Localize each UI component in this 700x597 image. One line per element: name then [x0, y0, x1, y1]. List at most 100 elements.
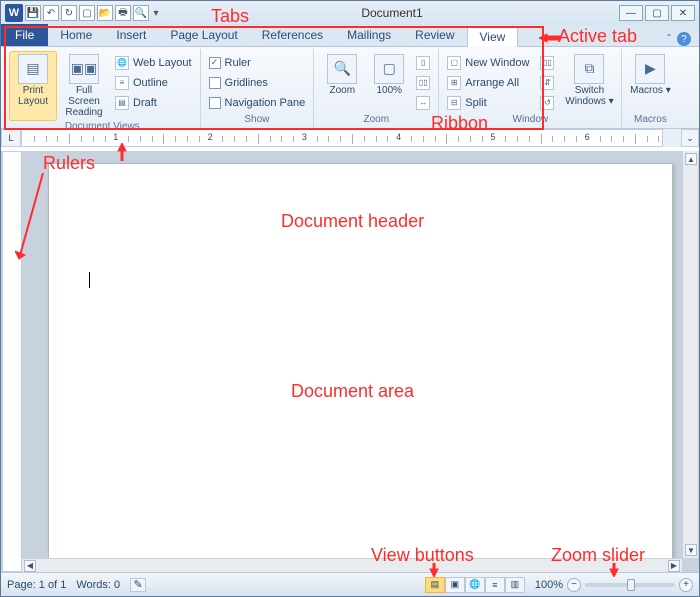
reset-window-button[interactable]: ↺: [536, 93, 558, 112]
tab-page-layout[interactable]: Page Layout: [158, 24, 249, 46]
two-pages-icon: ▯▯: [416, 76, 430, 90]
ruler-corner[interactable]: L: [1, 129, 21, 147]
zoom-100-icon: ▢: [374, 54, 404, 84]
document-scroll[interactable]: ComputerHope.com: [22, 151, 699, 572]
sync-scroll-icon: ⇵: [540, 76, 554, 90]
page-width-button[interactable]: ↔: [412, 93, 434, 112]
text-cursor: [89, 272, 90, 288]
outline-icon: ≡: [115, 76, 129, 90]
status-page[interactable]: Page: 1 of 1: [7, 579, 66, 591]
tab-references[interactable]: References: [250, 24, 335, 46]
ruler-end[interactable]: ⌄: [681, 129, 699, 147]
two-pages-button[interactable]: ▯▯: [412, 73, 434, 92]
zoom-icon: 🔍: [327, 54, 357, 84]
checkbox-icon: [209, 97, 221, 109]
sync-scroll-button[interactable]: ⇵: [536, 73, 558, 92]
minimize-ribbon-icon[interactable]: ˆ: [667, 32, 671, 46]
zoom-100-button[interactable]: ▢ 100%: [369, 51, 409, 114]
group-show: ✓Ruler Gridlines Navigation Pane Show: [201, 49, 315, 128]
tab-home[interactable]: Home: [48, 24, 104, 46]
window-title: Document1: [165, 6, 619, 20]
view-web-icon[interactable]: 🌐: [465, 577, 485, 593]
word-app-icon[interactable]: W: [5, 4, 23, 22]
print-layout-icon: ▤: [18, 54, 48, 84]
new-window-icon: ▢: [447, 56, 461, 70]
switch-windows-icon: ⧉: [574, 54, 604, 84]
horizontal-ruler-row: L 123456 ⌄: [1, 129, 699, 147]
side-by-side-icon: ▯▯: [540, 56, 554, 70]
status-bar: Page: 1 of 1 Words: 0 ✎ ▤ ▣ 🌐 ≡ ▥ 100% −…: [1, 572, 699, 596]
scroll-left-icon[interactable]: ◀: [24, 560, 36, 572]
tab-review[interactable]: Review: [403, 24, 466, 46]
one-page-button[interactable]: ▯: [412, 53, 434, 72]
group-window: ▢New Window ⊞Arrange All ⊟Split ▯▯ ⇵ ↺ ⧉…: [439, 49, 622, 128]
maximize-button[interactable]: ▢: [645, 5, 669, 21]
draft-button[interactable]: ▤Draft: [111, 93, 196, 112]
document-page[interactable]: ComputerHope.com: [48, 163, 673, 572]
zoom-slider-track[interactable]: [585, 583, 675, 587]
print-preview-icon[interactable]: 🔍: [133, 5, 149, 21]
group-zoom: 🔍 Zoom ▢ 100% ▯ ▯▯ ↔ Zoom: [314, 49, 439, 128]
zoom-control: 100% − +: [535, 578, 693, 592]
close-button[interactable]: ✕: [671, 5, 695, 21]
view-draft-icon[interactable]: ▥: [505, 577, 525, 593]
view-outline-icon[interactable]: ≡: [485, 577, 505, 593]
open-icon[interactable]: 📂: [97, 5, 113, 21]
spellcheck-icon[interactable]: ✎: [130, 578, 146, 592]
full-screen-reading-button[interactable]: ▣▣ Full Screen Reading: [60, 51, 108, 121]
zoom-percent[interactable]: 100%: [535, 579, 563, 591]
view-full-screen-icon[interactable]: ▣: [445, 577, 465, 593]
vertical-ruler[interactable]: [2, 151, 22, 572]
split-button[interactable]: ⊟Split: [443, 93, 533, 112]
tab-insert[interactable]: Insert: [104, 24, 158, 46]
redo-icon[interactable]: ↻: [61, 5, 77, 21]
web-layout-button[interactable]: 🌐Web Layout: [111, 53, 196, 72]
tab-view[interactable]: View: [467, 26, 519, 47]
horizontal-scrollbar[interactable]: ◀ ▶: [22, 558, 682, 572]
zoom-out-button[interactable]: −: [567, 578, 581, 592]
minimize-button[interactable]: —: [619, 5, 643, 21]
macros-button[interactable]: ▶ Macros ▾: [626, 51, 674, 114]
undo-icon[interactable]: ↶: [43, 5, 59, 21]
split-icon: ⊟: [447, 96, 461, 110]
outline-button[interactable]: ≡Outline: [111, 73, 196, 92]
vertical-scrollbar[interactable]: ▲ ▼: [682, 151, 698, 558]
window-controls: — ▢ ✕: [619, 5, 699, 21]
tab-file[interactable]: File: [1, 24, 48, 46]
print-layout-button[interactable]: ▤ Print Layout: [9, 51, 57, 121]
ribbon-tabs: File Home Insert Page Layout References …: [1, 25, 699, 47]
scroll-right-icon[interactable]: ▶: [668, 560, 680, 572]
group-macros: ▶ Macros ▾ Macros: [622, 49, 678, 128]
horizontal-ruler[interactable]: 123456: [21, 129, 663, 147]
zoom-button[interactable]: 🔍 Zoom: [318, 51, 366, 114]
ribbon: ▤ Print Layout ▣▣ Full Screen Reading 🌐W…: [1, 47, 699, 129]
qat-dropdown-icon[interactable]: ▾: [151, 5, 161, 21]
new-icon[interactable]: ▢: [79, 5, 95, 21]
new-window-button[interactable]: ▢New Window: [443, 53, 533, 72]
help-icon[interactable]: ?: [677, 32, 691, 46]
zoom-in-button[interactable]: +: [679, 578, 693, 592]
full-screen-icon: ▣▣: [69, 54, 99, 84]
ruler-checkbox[interactable]: ✓Ruler: [205, 53, 310, 72]
view-side-by-side-button[interactable]: ▯▯: [536, 53, 558, 72]
scroll-up-icon[interactable]: ▲: [685, 153, 697, 165]
save-icon[interactable]: 💾: [25, 5, 41, 21]
page-width-icon: ↔: [416, 96, 430, 110]
status-view-buttons: ▤ ▣ 🌐 ≡ ▥: [425, 577, 525, 593]
status-words[interactable]: Words: 0: [76, 579, 120, 591]
draft-icon: ▤: [115, 96, 129, 110]
zoom-slider-thumb[interactable]: [627, 579, 635, 591]
arrange-all-button[interactable]: ⊞Arrange All: [443, 73, 533, 92]
tab-mailings[interactable]: Mailings: [335, 24, 403, 46]
group-document-views: ▤ Print Layout ▣▣ Full Screen Reading 🌐W…: [5, 49, 201, 128]
macros-icon: ▶: [635, 54, 665, 84]
one-page-icon: ▯: [416, 56, 430, 70]
navigation-pane-checkbox[interactable]: Navigation Pane: [205, 93, 310, 112]
reset-window-icon: ↺: [540, 96, 554, 110]
view-print-layout-icon[interactable]: ▤: [425, 577, 445, 593]
scroll-down-icon[interactable]: ▼: [685, 544, 697, 556]
quick-print-icon[interactable]: 🖶: [115, 5, 131, 21]
switch-windows-button[interactable]: ⧉ Switch Windows ▾: [561, 51, 617, 114]
checkbox-icon: [209, 77, 221, 89]
gridlines-checkbox[interactable]: Gridlines: [205, 73, 310, 92]
